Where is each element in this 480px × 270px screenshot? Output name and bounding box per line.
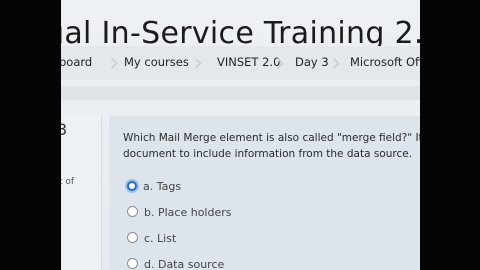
breadcrumb-my-courses-link[interactable]: My courses [124, 46, 189, 80]
breadcrumb-day3-link[interactable]: Day 3 [295, 46, 329, 80]
breadcrumb-vinset-link[interactable]: VINSET 2.0 [217, 46, 280, 80]
breadcrumb-separator-icon: › [331, 48, 342, 78]
radio-icon[interactable] [127, 258, 138, 269]
question-info-text: t of [61, 177, 75, 187]
breadcrumb-separator-icon: › [275, 48, 286, 78]
question-content-panel: Which Mail Merge element is also called … [109, 116, 420, 270]
breadcrumb-separator-icon: › [109, 48, 120, 78]
breadcrumb-dashboard-link[interactable]: board [61, 46, 92, 80]
breadcrumb: board › My courses › VINSET 2.0 › Day 3 … [61, 46, 420, 80]
answer-option-label: d. Data source [144, 258, 225, 270]
answer-option-label: b. Place holders [144, 206, 232, 219]
navigation-strip [61, 86, 420, 100]
answer-option-label: c. List [144, 232, 177, 245]
radio-selected-icon[interactable] [127, 181, 137, 191]
breadcrumb-microsoft-office-link[interactable]: Microsoft Offic [350, 46, 420, 80]
browser-screen: tual In-Service Training 2.0 board › My … [61, 0, 420, 270]
answer-option-label: a. Tags [143, 180, 182, 193]
question-info-panel: 3 t of [61, 116, 102, 270]
question-text: Which Mail Merge element is also called … [123, 130, 420, 162]
answer-option-d[interactable]: d. Data source [127, 258, 224, 270]
right-black-border [420, 0, 480, 270]
radio-icon[interactable] [127, 206, 138, 217]
question-number: 3 [61, 120, 68, 139]
breadcrumb-separator-icon: › [193, 48, 204, 78]
answer-option-b[interactable]: b. Place holders [127, 206, 231, 219]
question-text-line: Which Mail Merge element is also called … [123, 132, 420, 144]
question-text-line: document to include information from the… [123, 148, 413, 160]
answer-option-a[interactable]: a. Tags [127, 180, 181, 193]
left-black-border [0, 0, 61, 270]
answer-option-c[interactable]: c. List [127, 232, 176, 245]
radio-icon[interactable] [127, 232, 138, 243]
